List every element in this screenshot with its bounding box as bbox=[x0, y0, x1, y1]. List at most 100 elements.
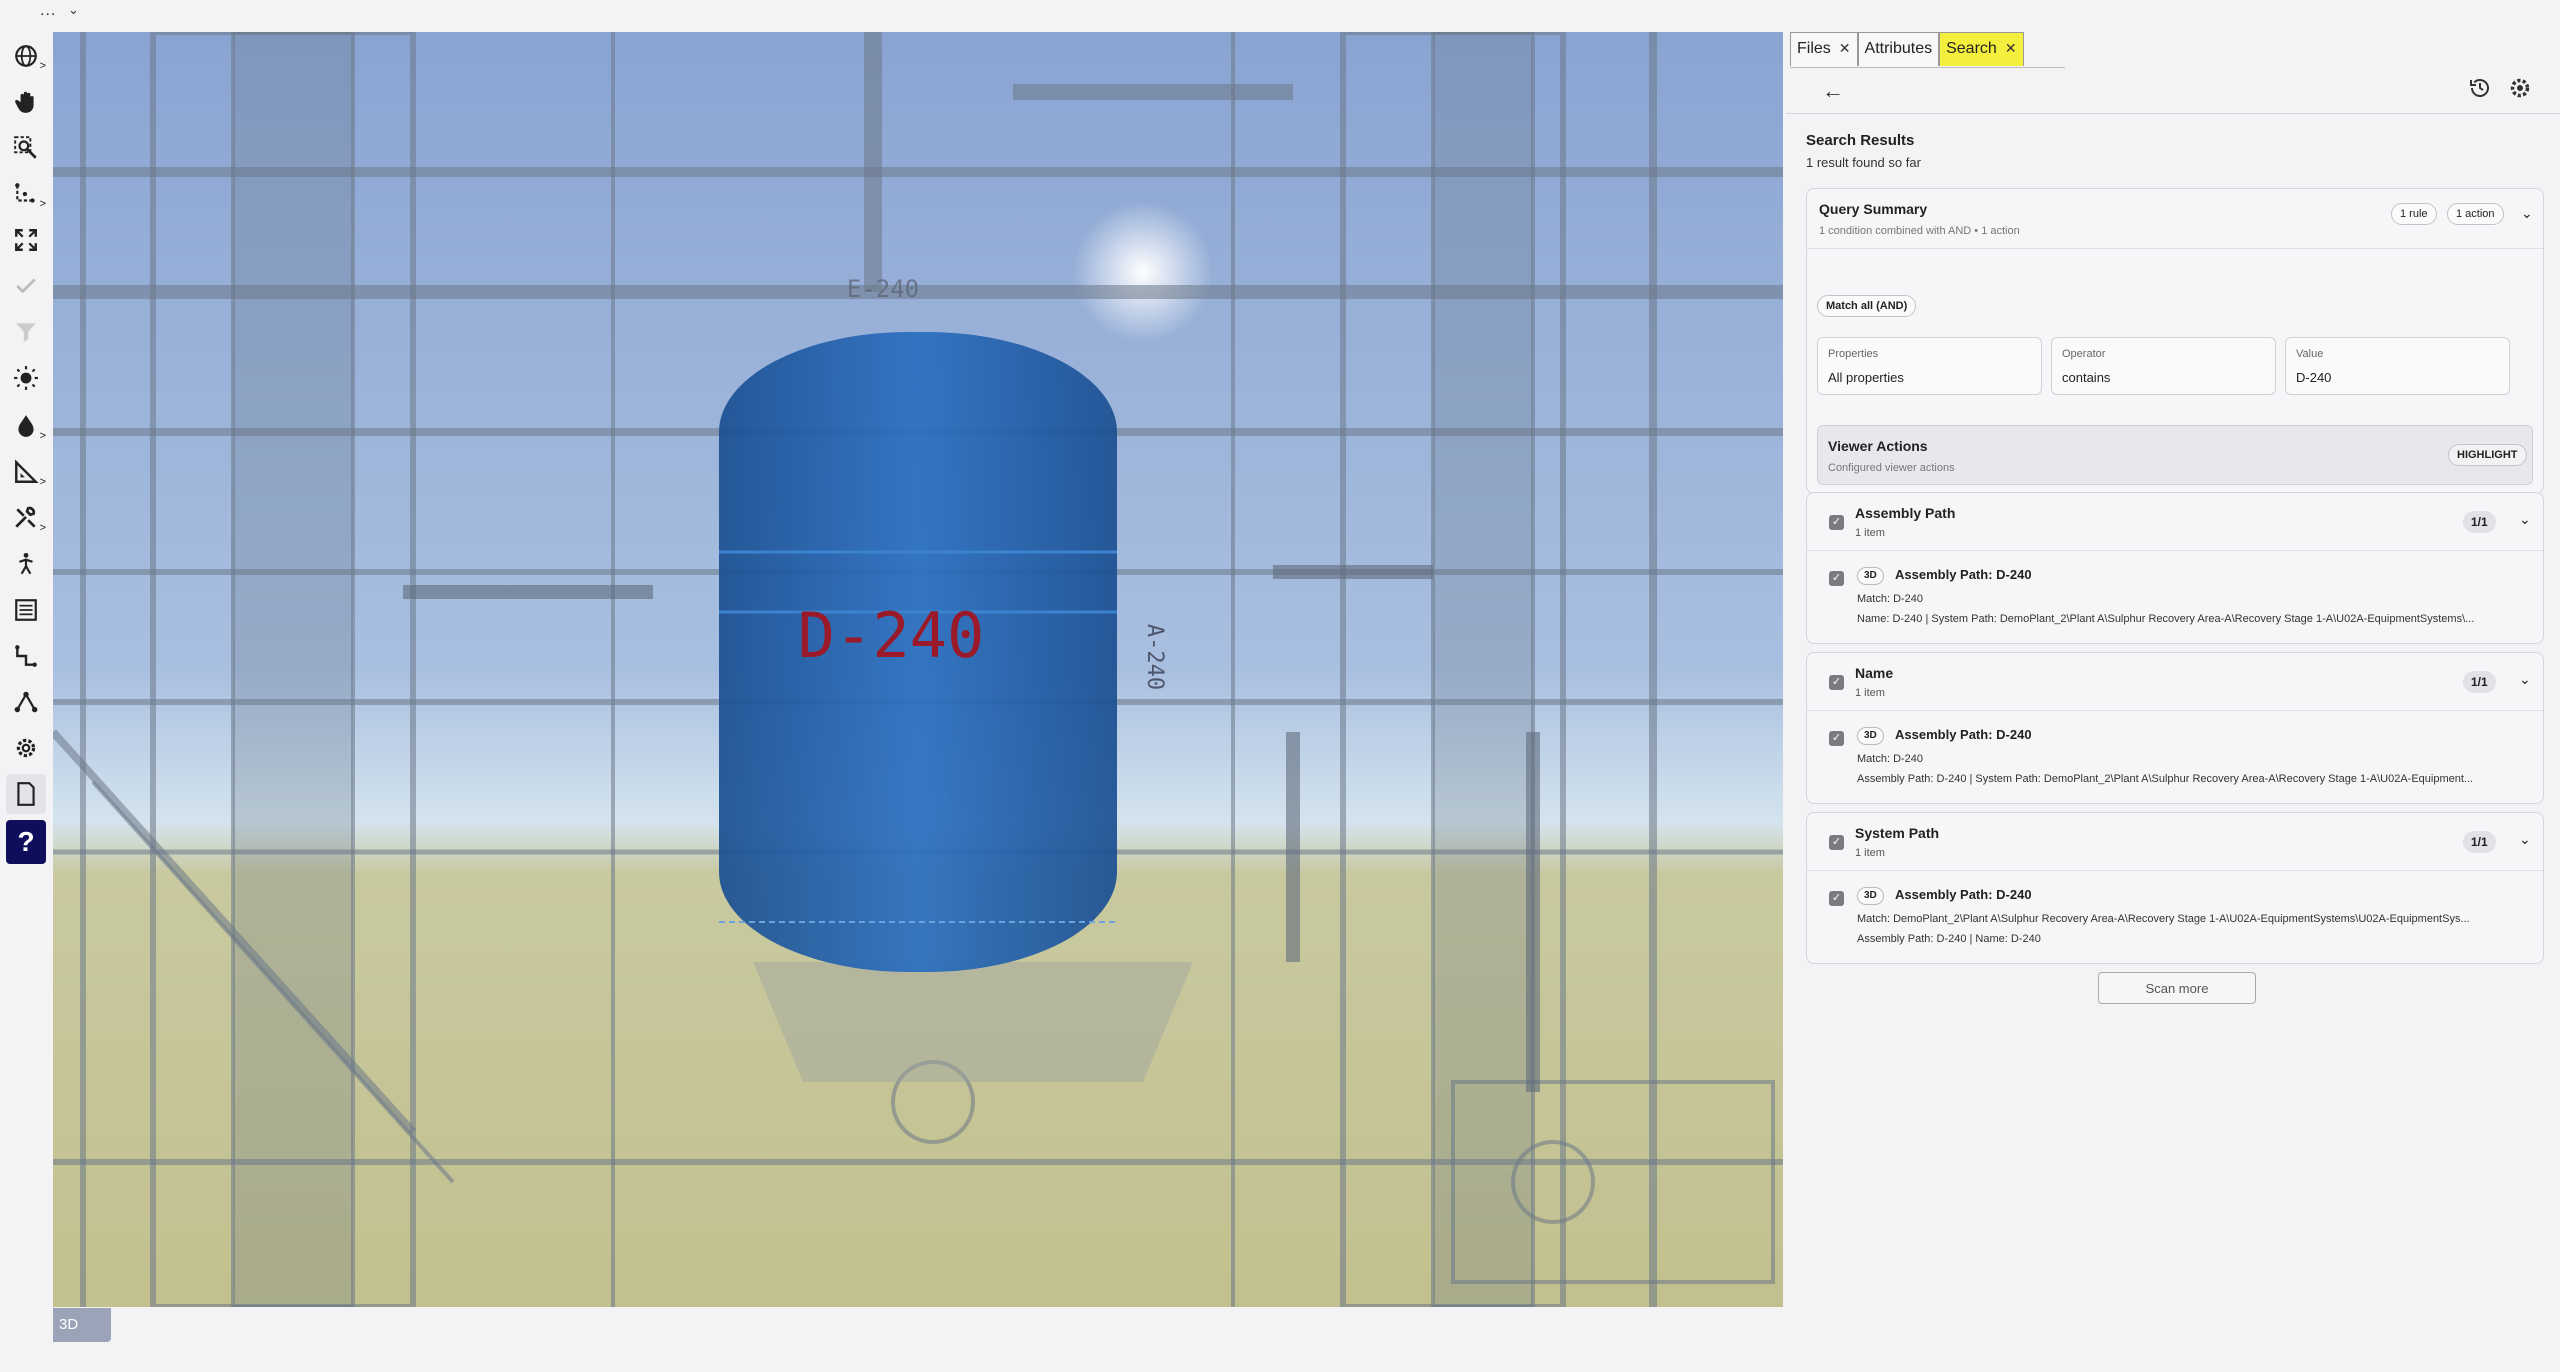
item-title: Assembly Path: D-240 bbox=[1895, 887, 2032, 902]
zoom-box-tool-button[interactable] bbox=[6, 128, 46, 168]
field-value: contains bbox=[2062, 370, 2111, 385]
item-detail-line: Assembly Path: D-240 | Name: D-240 bbox=[1857, 933, 2041, 945]
settings-tool-button[interactable] bbox=[6, 728, 46, 768]
group-header[interactable]: ✓ System Path 1 item 1/1 ⌄ bbox=[1807, 813, 2543, 871]
3d-badge: 3D bbox=[1857, 567, 1884, 585]
panel-tabs: Files ✕ Attributes Search ✕ bbox=[1790, 32, 2065, 68]
query-summary-title: Query Summary bbox=[1819, 201, 1928, 217]
item-checkbox[interactable]: ✓ bbox=[1829, 731, 1844, 746]
close-icon[interactable]: ✕ bbox=[1839, 40, 1851, 57]
gear-icon bbox=[16, 738, 36, 758]
group-header[interactable]: ✓ Name 1 item 1/1 ⌄ bbox=[1807, 653, 2543, 711]
group-checkbox[interactable]: ✓ bbox=[1829, 675, 1844, 690]
pan-tool-button[interactable] bbox=[6, 82, 46, 122]
tools-icon bbox=[15, 506, 36, 528]
result-group-system-path: ✓ System Path 1 item 1/1 ⌄ ✓ 3D Assembly… bbox=[1806, 812, 2544, 964]
check-tool-button[interactable] bbox=[6, 266, 46, 306]
scan-more-button[interactable]: Scan more bbox=[2098, 972, 2256, 1004]
group-checkbox[interactable]: ✓ bbox=[1829, 515, 1844, 530]
group-title: Name bbox=[1855, 665, 1894, 681]
list-icon bbox=[15, 599, 37, 621]
help-icon: ? bbox=[17, 826, 35, 857]
help-button[interactable]: ? bbox=[6, 820, 46, 864]
field-value: All properties bbox=[1828, 370, 1904, 385]
network-tool-button[interactable] bbox=[6, 682, 46, 722]
gear-icon[interactable] bbox=[2508, 76, 2532, 105]
color-tool-button[interactable]: > bbox=[6, 406, 46, 446]
panel-subbar: ← bbox=[1786, 68, 2560, 114]
list-tool-button[interactable] bbox=[6, 590, 46, 630]
group-header[interactable]: ✓ Assembly Path 1 item 1/1 ⌄ bbox=[1807, 493, 2543, 551]
path-icon bbox=[15, 645, 37, 667]
zoom-box-icon bbox=[14, 136, 37, 159]
view-mode-badge[interactable]: 3D bbox=[53, 1308, 111, 1342]
drop-icon bbox=[18, 415, 34, 437]
group-count: 1 item bbox=[1855, 527, 1885, 539]
history-icon[interactable] bbox=[2468, 76, 2492, 105]
tools-tool-button[interactable]: > bbox=[6, 498, 46, 538]
menu-ellipsis[interactable]: ... bbox=[40, 2, 56, 20]
hand-icon bbox=[15, 91, 34, 113]
path-tool-button[interactable] bbox=[6, 636, 46, 676]
close-icon[interactable]: ✕ bbox=[2005, 40, 2017, 57]
tab-files[interactable]: Files ✕ bbox=[1790, 32, 1858, 66]
viewer-actions-title: Viewer Actions bbox=[1828, 438, 1928, 454]
walk-tool-button[interactable] bbox=[6, 544, 46, 584]
chevron-down-icon[interactable]: ⌄ bbox=[2521, 205, 2533, 222]
item-match-line: Match: D-240 bbox=[1857, 593, 1924, 605]
measure-tool-button[interactable]: > bbox=[6, 452, 46, 492]
filter-tool-button[interactable] bbox=[6, 312, 46, 352]
group-ratio: 1/1 bbox=[2463, 671, 2496, 693]
tab-label: Attributes bbox=[1864, 40, 1933, 57]
query-summary-card: Query Summary 1 condition combined with … bbox=[1806, 188, 2544, 494]
globe-tool-button[interactable]: > bbox=[6, 36, 46, 76]
item-title: Assembly Path: D-240 bbox=[1895, 567, 2032, 582]
3d-badge: 3D bbox=[1857, 727, 1884, 745]
item-detail-line: Assembly Path: D-240 | System Path: Demo… bbox=[1857, 773, 2474, 785]
group-checkbox[interactable]: ✓ bbox=[1829, 835, 1844, 850]
results-subtitle: 1 result found so far bbox=[1806, 155, 1921, 170]
action-count-pill: 1 action bbox=[2447, 203, 2504, 225]
3d-scene: D-240 E-240 A-240 bbox=[53, 32, 1783, 1307]
query-summary-header[interactable]: Query Summary 1 condition combined with … bbox=[1807, 189, 2543, 249]
chevron-down-icon[interactable]: ⌄ bbox=[2519, 511, 2531, 528]
3d-viewport[interactable]: D-240 E-240 A-240 bbox=[53, 32, 1783, 1307]
document-tool-button[interactable] bbox=[6, 774, 46, 814]
top-bar: ... ⌄ bbox=[0, 0, 2560, 30]
back-arrow-icon[interactable]: ← bbox=[1822, 78, 1844, 104]
chevron-down-icon[interactable]: ⌄ bbox=[68, 2, 79, 18]
item-checkbox[interactable]: ✓ bbox=[1829, 571, 1844, 586]
item-checkbox[interactable]: ✓ bbox=[1829, 891, 1844, 906]
group-title: System Path bbox=[1855, 825, 1940, 841]
results-title: Search Results bbox=[1806, 132, 1915, 149]
fullscreen-tool-button[interactable] bbox=[6, 220, 46, 260]
globe-icon bbox=[15, 45, 37, 67]
chevron-down-icon[interactable]: ⌄ bbox=[2519, 671, 2531, 688]
submenu-indicator: > bbox=[39, 430, 46, 442]
tab-label: Files bbox=[1797, 40, 1831, 57]
group-ratio: 1/1 bbox=[2463, 831, 2496, 853]
axes-tool-button[interactable]: > bbox=[6, 174, 46, 214]
tank-label: D-240 bbox=[798, 599, 985, 672]
field-label: Value bbox=[2296, 348, 2324, 360]
network-icon bbox=[14, 691, 38, 713]
tab-search[interactable]: Search ✕ bbox=[1939, 32, 2024, 66]
lighting-tool-button[interactable] bbox=[6, 358, 46, 398]
walk-icon bbox=[19, 552, 33, 575]
group-count: 1 item bbox=[1855, 687, 1885, 699]
item-detail-line: Name: D-240 | System Path: DemoPlant_2\P… bbox=[1857, 613, 2475, 625]
tab-attributes[interactable]: Attributes bbox=[1857, 32, 1940, 66]
left-toolbar: > > > > > ? bbox=[0, 32, 52, 1332]
tab-label: Search bbox=[1946, 40, 1997, 57]
item-match-line: Match: DemoPlant_2\Plant A\Sulphur Recov… bbox=[1857, 913, 2470, 925]
viewer-actions-box: Viewer Actions Configured viewer actions… bbox=[1817, 425, 2533, 485]
submenu-indicator: > bbox=[39, 476, 46, 488]
sun-icon bbox=[14, 366, 38, 390]
filter-icon bbox=[16, 323, 36, 342]
query-summary-subtitle: 1 condition combined with AND • 1 action bbox=[1819, 225, 2020, 237]
properties-field: Properties All properties bbox=[1817, 337, 2042, 395]
chevron-down-icon[interactable]: ⌄ bbox=[2519, 831, 2531, 848]
highlight-action-pill: HIGHLIGHT bbox=[2448, 444, 2527, 466]
item-match-line: Match: D-240 bbox=[1857, 753, 1924, 765]
operator-field: Operator contains bbox=[2051, 337, 2276, 395]
